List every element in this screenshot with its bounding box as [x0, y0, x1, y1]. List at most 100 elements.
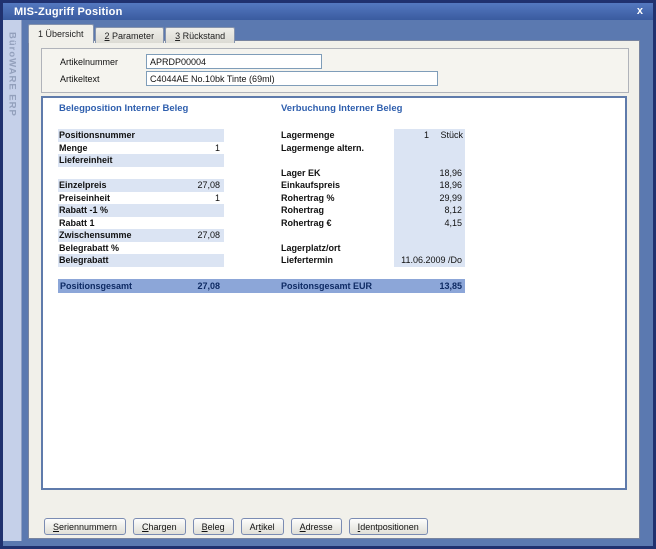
positionsgesamt-value: 27,08: [197, 279, 220, 293]
row-label: Belegrabatt %: [58, 242, 220, 255]
right-section-heading: Verbuchung Interner Beleg: [281, 103, 402, 114]
positionsgesamt-label: Positionsgesamt: [60, 279, 132, 293]
left-row: Liefereinheit: [58, 154, 224, 167]
tab-3-rückstand[interactable]: 3 Rückstand: [165, 27, 235, 43]
brand-strip: BüroWARE ERP: [3, 20, 22, 541]
right-row: [281, 154, 465, 167]
right-row: Rohertrag8,12: [281, 204, 465, 217]
row-label: Rohertrag €: [281, 217, 394, 230]
row-label: Liefereinheit: [58, 154, 220, 167]
row-value-cell: [394, 142, 465, 155]
window: MIS-Zugriff Position x BüroWARE ERP 1 Üb…: [0, 0, 656, 549]
row-label: Belegrabatt: [58, 254, 220, 267]
seriennummern-button[interactable]: Seriennummern: [44, 518, 126, 535]
row-value-cell: 1Stück: [394, 129, 465, 142]
row-value: 4,15: [394, 217, 465, 230]
left-row: Positionsnummer: [58, 129, 224, 142]
tab-bar: 1 Übersicht 2 Parameter 3 Rückstand: [28, 23, 236, 43]
row-value-cell: 29,99: [394, 192, 465, 205]
label-text: Artikel: [250, 522, 275, 532]
identpositionen-button[interactable]: Identpositionen: [349, 518, 428, 535]
tab-1-übersicht[interactable]: 1 Übersicht: [28, 24, 94, 43]
button-row: Seriennummern Chargen Beleg Artikel Adresse I…: [44, 518, 435, 535]
positionsgesamt-eur-label: Positonsgesamt EUR: [281, 279, 372, 293]
row-value: [220, 242, 224, 255]
row-label: Rohertrag %: [281, 192, 394, 205]
label-text: Identpositionen: [358, 522, 419, 532]
row-value: [394, 229, 465, 242]
left-row: Menge1: [58, 142, 224, 155]
row-label: Lager EK: [281, 167, 394, 180]
window-frame: MIS-Zugriff Position x BüroWARE ERP 1 Üb…: [3, 3, 653, 546]
row-label: Lagermenge: [281, 129, 394, 142]
right-row: Liefertermin11.06.2009 /Do: [281, 254, 465, 267]
row-label: Lagermenge altern.: [281, 142, 394, 155]
row-label: Rabatt 1: [58, 217, 220, 230]
row-value-cell: 18,96: [394, 179, 465, 192]
row-value: 29,99: [394, 192, 465, 205]
label-text: Seriennummern: [53, 522, 117, 532]
row-value: 11.06.2009 /Do: [394, 254, 465, 267]
row-unit: Stück: [432, 129, 465, 142]
row-value-cell: 4,15: [394, 217, 465, 230]
label-text: Beleg: [202, 522, 225, 532]
row-value: 1: [215, 192, 224, 205]
artikelnummer-input[interactable]: [146, 54, 322, 69]
right-row: Lagermenge altern.: [281, 142, 465, 155]
row-label: Liefertermin: [281, 254, 394, 267]
right-row: Lager EK18,96: [281, 167, 465, 180]
right-row: Rohertrag %29,99: [281, 192, 465, 205]
adresse-button[interactable]: Adresse: [291, 518, 342, 535]
row-value-cell: 11.06.2009 /Do: [394, 254, 465, 267]
tab-page-uebersicht: Artikelnummer Artikeltext Belegposition …: [28, 40, 640, 539]
left-row: Rabatt -1 %: [58, 204, 224, 217]
row-value-cell: [394, 229, 465, 242]
tab-2-parameter[interactable]: 2 Parameter: [95, 27, 165, 43]
row-label: [281, 229, 394, 242]
right-rows: Lagermenge1StückLagermenge altern. Lager …: [281, 129, 465, 267]
beleg-button[interactable]: Beleg: [193, 518, 234, 535]
left-row: Zwischensumme27,08: [58, 229, 224, 242]
row-label: Positionsnummer: [58, 129, 220, 142]
row-value: [220, 129, 224, 142]
left-row: Einzelpreis27,08: [58, 179, 224, 192]
row-value: [220, 204, 224, 217]
row-label: Einzelpreis: [58, 179, 197, 192]
right-row: Rohertrag €4,15: [281, 217, 465, 230]
artikeltext-input[interactable]: [146, 71, 438, 86]
article-header-panel: Artikelnummer Artikeltext: [41, 48, 629, 93]
left-row: Belegrabatt %: [58, 242, 224, 255]
row-label: Rohertrag: [281, 204, 394, 217]
artikelnummer-label: Artikelnummer: [60, 57, 118, 67]
close-icon[interactable]: x: [637, 3, 643, 20]
window-title: MIS-Zugriff Position: [3, 6, 122, 18]
row-value: 8,12: [394, 204, 465, 217]
positionsgesamt-eur-value: 13,85: [439, 279, 462, 293]
row-label: Menge: [58, 142, 215, 155]
position-detail-box: Belegposition Interner Beleg Verbuchung …: [41, 96, 627, 490]
row-label: Lagerplatz/ort: [281, 242, 394, 255]
label-text: 2 Parameter: [105, 31, 155, 41]
left-row: Preiseinheit1: [58, 192, 224, 205]
right-row: [281, 229, 465, 242]
left-row: Belegrabatt: [58, 254, 224, 267]
row-value: [394, 242, 465, 255]
right-row: Einkaufspreis18,96: [281, 179, 465, 192]
left-section-heading: Belegposition Interner Beleg: [59, 103, 188, 114]
row-label: Einkaufspreis: [281, 179, 394, 192]
row-value: 27,08: [197, 229, 224, 242]
chargen-button[interactable]: Chargen: [133, 518, 186, 535]
left-row: [58, 167, 224, 180]
left-row: Rabatt 1: [58, 217, 224, 230]
label-text: Adresse: [300, 522, 333, 532]
row-label: Zwischensumme: [58, 229, 197, 242]
row-label: Preiseinheit: [58, 192, 215, 205]
row-value: 18,96: [394, 179, 465, 192]
artikel-button[interactable]: Artikel: [241, 518, 284, 535]
label-text: Chargen: [142, 522, 177, 532]
row-value: [220, 217, 224, 230]
totals-band: Positionsgesamt 27,08 Positonsgesamt EUR…: [58, 279, 465, 293]
titlebar[interactable]: MIS-Zugriff Position x: [3, 3, 653, 20]
left-rows: PositionsnummerMenge1LiefereinheitEinzel…: [58, 129, 224, 267]
row-value: 1: [215, 142, 224, 155]
